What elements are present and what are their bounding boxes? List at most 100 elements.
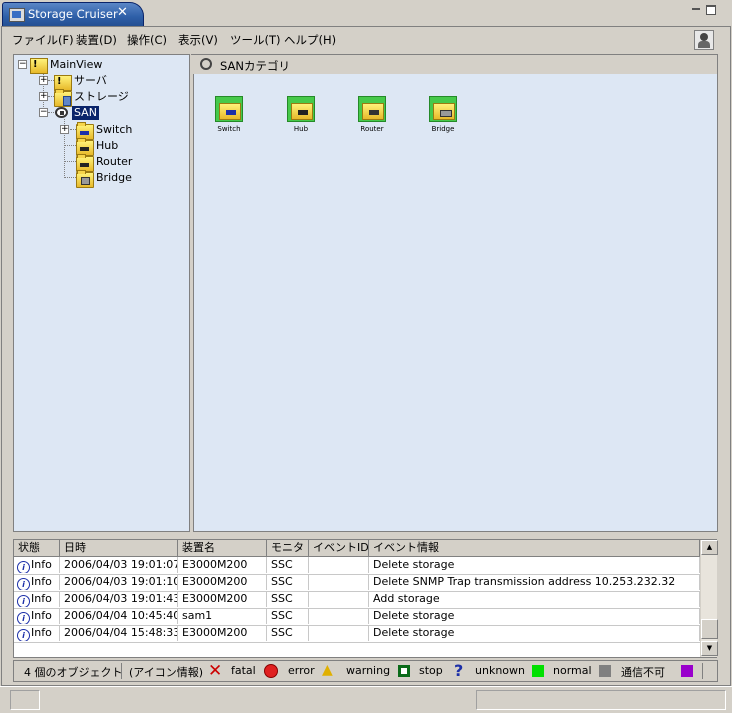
- column-header-monitor[interactable]: モニタ: [267, 540, 309, 556]
- legend-unknown: unknown: [475, 664, 525, 677]
- close-icon[interactable]: ✕: [117, 5, 128, 20]
- table-scrollbar[interactable]: ▲ ▼: [700, 540, 718, 657]
- status-cell: [10, 690, 40, 710]
- cell-device: E3000M200: [178, 591, 267, 607]
- column-header-state[interactable]: 状態: [14, 540, 60, 556]
- cell-device: sam1: [178, 608, 267, 624]
- state-text: Info: [31, 592, 52, 605]
- storage-folder-icon: [54, 89, 72, 107]
- normal-status-icon: [532, 665, 544, 677]
- category-switch[interactable]: Switch: [208, 96, 250, 144]
- tree-connector: [64, 145, 76, 146]
- extra-status-icon: [681, 665, 693, 677]
- table-row[interactable]: i Info 2006/04/03 19:01:43 E3000M200 SSC …: [14, 591, 700, 609]
- menu-view[interactable]: 表示(V): [176, 30, 220, 50]
- cell-event-id: [309, 608, 369, 624]
- collapse-icon[interactable]: −: [18, 60, 27, 69]
- main-header: SANカテゴリ: [191, 54, 718, 74]
- table-row[interactable]: i Info 2006/04/03 19:01:10 E3000M200 SSC …: [14, 574, 700, 592]
- user-icon[interactable]: [694, 30, 714, 50]
- table-row[interactable]: i Info 2006/04/03 19:01:07 E3000M200 SSC …: [14, 557, 700, 575]
- cell-event-info: Add storage: [369, 591, 700, 607]
- application-icon: [9, 8, 25, 22]
- legend-title: (アイコン情報): [129, 666, 204, 679]
- cell-state: i Info: [14, 591, 60, 607]
- menu-device[interactable]: 装置(D): [74, 30, 119, 50]
- info-icon: i: [17, 612, 30, 624]
- tree-label: Router: [96, 155, 133, 168]
- collapse-icon[interactable]: −: [39, 108, 48, 117]
- tree-label: Bridge: [96, 171, 132, 184]
- san-category-icon: [200, 58, 214, 71]
- cell-event-id: [309, 625, 369, 641]
- table-row[interactable]: i Info 2006/04/04 10:45:40 sam1 SSC Delet…: [14, 608, 700, 626]
- router-category-icon: [358, 96, 386, 122]
- tab-storage-cruiser[interactable]: Storage Cruiser ✕: [2, 2, 144, 26]
- cell-monitor: SSC: [267, 591, 309, 607]
- info-icon: i: [17, 629, 30, 641]
- state-text: Info: [31, 558, 52, 571]
- horizontal-splitter[interactable]: [13, 533, 718, 538]
- tree-label: Hub: [96, 139, 119, 152]
- category-hub[interactable]: Hub: [280, 96, 322, 144]
- status-cell: [476, 690, 726, 710]
- scroll-down-icon[interactable]: ▼: [701, 641, 718, 656]
- fatal-icon: ✕: [208, 661, 223, 681]
- scrollbar-thumb[interactable]: [701, 619, 718, 639]
- tab-title: Storage Cruiser: [28, 7, 118, 21]
- state-text: Info: [31, 609, 52, 622]
- column-header-device[interactable]: 装置名: [178, 540, 267, 556]
- expand-icon[interactable]: +: [60, 125, 69, 134]
- legend-error: error: [288, 664, 315, 677]
- status-bar: 4 個のオブジェクト (アイコン情報) ✕ fatal error ▲ warn…: [13, 660, 718, 682]
- stop-icon: [398, 665, 410, 677]
- minimize-icon[interactable]: [692, 4, 702, 14]
- scroll-up-icon[interactable]: ▲: [701, 540, 718, 555]
- maximize-icon[interactable]: [706, 5, 716, 15]
- cell-datetime: 2006/04/03 19:01:10: [60, 574, 178, 590]
- legend-normal: normal: [553, 664, 592, 677]
- event-table: 状態 日時 装置名 モニタ イベントID イベント情報 i Info 2006/0…: [13, 539, 718, 658]
- menu-help[interactable]: ヘルプ(H): [282, 30, 338, 50]
- menu-tools[interactable]: ツール(T): [228, 30, 283, 50]
- tree-connector: [64, 161, 76, 162]
- column-header-datetime[interactable]: 日時: [60, 540, 178, 556]
- category-view: Switch Hub Router Bridge: [193, 74, 718, 532]
- category-router[interactable]: Router: [351, 96, 393, 144]
- switch-category-icon: [215, 96, 243, 122]
- menu-file[interactable]: ファイル(F): [10, 30, 76, 50]
- san-network-icon: [54, 106, 70, 120]
- cell-event-info: Delete storage: [369, 557, 700, 573]
- category-bridge[interactable]: Bridge: [422, 96, 464, 144]
- tree-view: − MainView + サーバ + ストレージ − SAN + Switch …: [13, 54, 190, 532]
- expand-icon[interactable]: +: [39, 76, 48, 85]
- cell-device: E3000M200: [178, 574, 267, 590]
- legend-comm-fail: 通信不可: [621, 666, 665, 679]
- cell-datetime: 2006/04/04 15:48:33: [60, 625, 178, 641]
- category-label: Switch: [217, 125, 241, 133]
- legend-fatal: fatal: [231, 664, 256, 677]
- cell-monitor: SSC: [267, 574, 309, 590]
- expand-icon[interactable]: +: [39, 92, 48, 101]
- cell-datetime: 2006/04/04 10:45:40: [60, 608, 178, 624]
- table-header: 状態 日時 装置名 モニタ イベントID イベント情報: [14, 540, 700, 557]
- cell-device: E3000M200: [178, 557, 267, 573]
- category-label: Router: [360, 125, 384, 133]
- bridge-folder-icon: [76, 170, 94, 188]
- hub-category-icon: [287, 96, 315, 122]
- tree-label: ストレージ: [74, 90, 129, 103]
- cell-event-id: [309, 574, 369, 590]
- info-icon: i: [17, 561, 30, 573]
- column-header-event-id[interactable]: イベントID: [309, 540, 369, 556]
- menu-operation[interactable]: 操作(C): [125, 30, 169, 50]
- cell-datetime: 2006/04/03 19:01:07: [60, 557, 178, 573]
- column-header-event-info[interactable]: イベント情報: [369, 540, 700, 556]
- cell-monitor: SSC: [267, 625, 309, 641]
- tree-label: サーバ: [74, 74, 107, 87]
- tree-label: MainView: [50, 58, 103, 71]
- table-row[interactable]: i Info 2006/04/04 15:48:33 E3000M200 SSC …: [14, 625, 700, 643]
- comm-fail-status-icon: [599, 665, 611, 677]
- warning-icon: ▲: [322, 662, 333, 678]
- info-icon: i: [17, 595, 30, 607]
- editor-tab-bar: Storage Cruiser ✕: [0, 0, 732, 26]
